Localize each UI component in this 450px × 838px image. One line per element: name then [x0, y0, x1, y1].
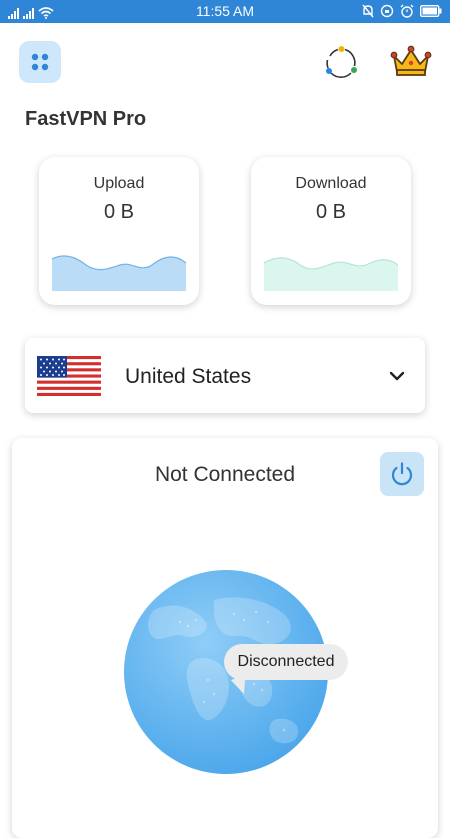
alarm-icon	[400, 4, 414, 18]
connection-status: Not Connected	[154, 463, 296, 486]
upload-value: 0 B	[103, 201, 135, 223]
download-wave-graph	[264, 257, 398, 291]
connection-panel: Not Connected	[12, 438, 438, 838]
upload-card: Upload 0 B	[39, 157, 199, 305]
battery-icon	[420, 5, 442, 17]
connection-state-bubble: Disconnected	[224, 644, 348, 680]
download-value: 0 B	[315, 201, 347, 223]
power-icon	[391, 462, 413, 486]
rotation-lock-icon	[380, 4, 394, 18]
status-bar: 11:55 AM	[0, 0, 450, 23]
download-label: Download	[295, 175, 367, 192]
us-flag-icon	[37, 356, 101, 396]
refresh-dots-icon[interactable]	[322, 44, 360, 82]
app-title: FastVPN Pro	[25, 108, 147, 130]
upload-label: Upload	[93, 175, 145, 192]
status-right-icons	[362, 4, 442, 18]
upload-wave-graph	[52, 255, 186, 291]
menu-button[interactable]	[19, 41, 61, 83]
download-card: Download 0 B	[251, 157, 411, 305]
crown-icon[interactable]	[390, 44, 432, 78]
grid-dots-icon	[31, 53, 49, 71]
mute-bell-icon	[362, 4, 374, 18]
chevron-down-icon	[389, 371, 405, 381]
country-name: United States	[125, 365, 252, 388]
server-selector[interactable]: United States	[25, 338, 425, 413]
power-button[interactable]	[380, 452, 424, 496]
